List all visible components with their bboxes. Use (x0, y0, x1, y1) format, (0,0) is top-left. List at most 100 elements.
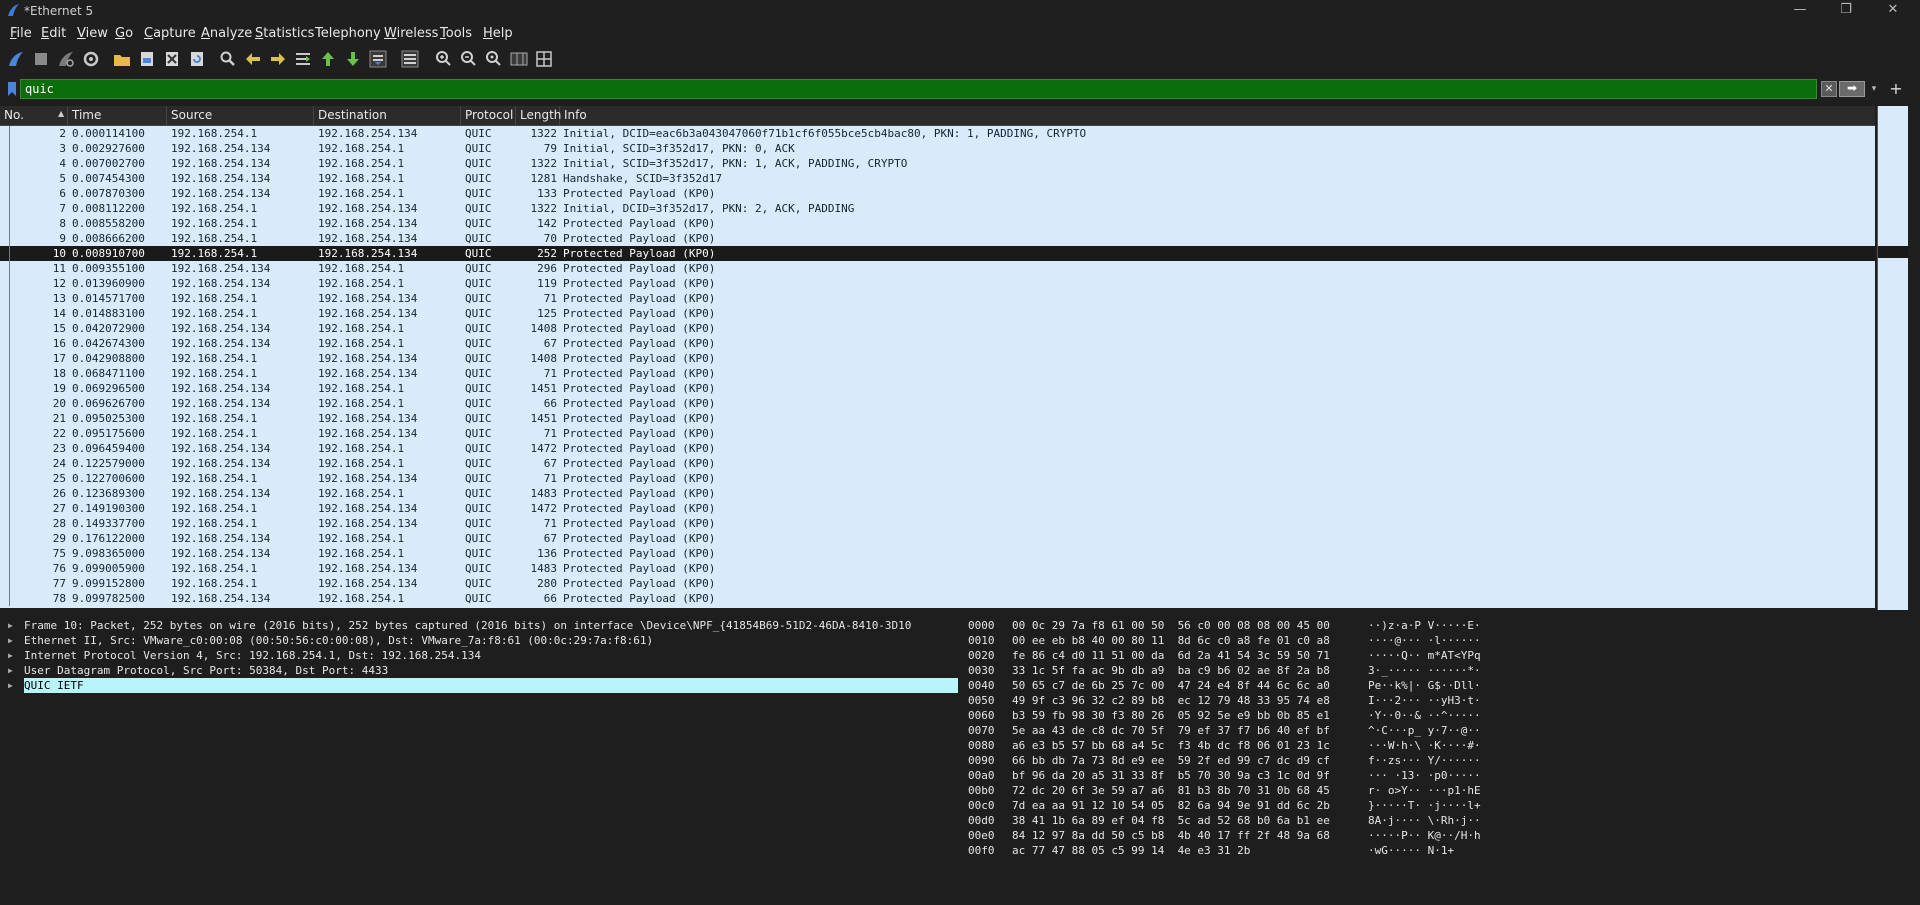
packet-details-tree[interactable]: ▶ Frame 10: Packet, 252 bytes on wire (20… (0, 618, 958, 905)
zoom-out-icon[interactable] (459, 49, 479, 69)
ascii-bytes[interactable]: I···2··· ··yH3·t· (1368, 693, 1481, 708)
menu-wireless[interactable]: Wireless (384, 26, 438, 41)
reload-icon[interactable] (187, 49, 207, 69)
detail-tree-item[interactable]: ▶ Frame 10: Packet, 252 bytes on wire (20… (0, 618, 958, 633)
ascii-bytes[interactable]: ··)z·a·P V·····E· (1368, 618, 1481, 633)
go-first-icon[interactable] (318, 49, 338, 69)
filter-bookmark-icon[interactable] (6, 81, 18, 97)
hex-bytes[interactable]: 5e aa 43 de c8 dc 70 5f 79 ef 37 f7 b6 4… (1012, 723, 1330, 738)
column-header-length[interactable]: Length (516, 106, 561, 125)
hex-bytes[interactable]: 72 dc 20 6f 3e 59 a7 a6 81 b3 8b 70 31 0… (1012, 783, 1330, 798)
hex-bytes[interactable]: a6 e3 b5 57 bb 68 a4 5c f3 4b dc f8 06 0… (1012, 738, 1330, 753)
menu-analyze[interactable]: Analyze (201, 26, 252, 41)
ascii-bytes[interactable]: }·····T· ·j····l+ (1368, 798, 1481, 813)
menu-capture[interactable]: Capture (144, 26, 196, 41)
ascii-bytes[interactable]: ·····P·· K@··/H·h (1368, 828, 1481, 843)
zoom-normal-icon[interactable] (484, 49, 504, 69)
hex-offset[interactable]: 0050 (968, 693, 995, 708)
packet-row[interactable]: 77 9.099152800 192.168.254.1 192.168.254.13… (0, 576, 1875, 591)
packet-row[interactable]: 29 0.176122000 192.168.254.134 192.168.254.… (0, 531, 1875, 546)
go-forward-icon[interactable] (268, 49, 288, 69)
options-gear-icon[interactable] (81, 49, 101, 69)
menu-statistics[interactable]: Statistics (255, 26, 314, 41)
packet-row[interactable]: 2 0.000114100 192.168.254.1 192.168.254.134… (0, 126, 1875, 141)
hex-bytes[interactable]: ac 77 47 88 05 c5 99 14 4e e3 31 2b (1012, 843, 1250, 858)
autoscroll-icon[interactable] (368, 49, 388, 69)
packet-row[interactable]: 26 0.123689300 192.168.254.134 192.168.254.… (0, 486, 1875, 501)
packet-row[interactable]: 12 0.013960900 192.168.254.134 192.168.254.… (0, 276, 1875, 291)
column-header-source[interactable]: Source (167, 106, 314, 125)
stop-square-icon[interactable] (31, 49, 51, 69)
horizontal-splitter[interactable] (0, 610, 1920, 618)
column-header-time[interactable]: Time (68, 106, 167, 125)
hex-offset[interactable]: 00d0 (968, 813, 995, 828)
hex-bytes[interactable]: 49 9f c3 96 32 c2 89 b8 ec 12 79 48 33 9… (1012, 693, 1330, 708)
ascii-bytes[interactable]: ·Y··0··& ··^····· (1368, 708, 1481, 723)
hex-bytes[interactable]: fe 86 c4 d0 11 51 00 da 6d 2a 41 54 3c 5… (1012, 648, 1330, 663)
ascii-bytes[interactable]: Pe··k%|· G$··Dll· (1368, 678, 1481, 693)
ascii-bytes[interactable]: 3·_····· ······*· (1368, 663, 1481, 678)
restart-fin-icon[interactable] (56, 49, 76, 69)
packet-row[interactable]: 18 0.068471100 192.168.254.1 192.168.254.13… (0, 366, 1875, 381)
packet-row[interactable]: 78 9.099782500 192.168.254.134 192.168.254.… (0, 591, 1875, 606)
packet-row[interactable]: 11 0.009355100 192.168.254.134 192.168.254.… (0, 261, 1875, 276)
packet-row[interactable]: 24 0.122579000 192.168.254.134 192.168.254.… (0, 456, 1875, 471)
add-filter-button[interactable]: + (1888, 79, 1904, 99)
menu-help[interactable]: Help (483, 26, 513, 41)
menu-view[interactable]: View (77, 26, 108, 41)
packet-row[interactable]: 14 0.014883100 192.168.254.1 192.168.254.13… (0, 306, 1875, 321)
packet-row[interactable]: 9 0.008666200 192.168.254.1 192.168.254.134… (0, 231, 1875, 246)
ascii-bytes[interactable]: ·····Q·· m*AT<YPq (1368, 648, 1481, 663)
display-filter-input[interactable]: quic (20, 79, 1817, 99)
hex-offset[interactable]: 0020 (968, 648, 995, 663)
expand-arrow-icon[interactable]: ▶ (8, 633, 13, 648)
hex-bytes[interactable]: 38 41 1b 6a 89 ef 04 f8 5c ad 52 68 b0 6… (1012, 813, 1330, 828)
detail-tree-item[interactable]: ▶ Ethernet II, Src: VMware_c0:00:08 (00:5… (0, 633, 958, 648)
close-file-icon[interactable] (162, 49, 182, 69)
find-packet-icon[interactable] (218, 49, 238, 69)
packet-row[interactable]: 20 0.069626700 192.168.254.134 192.168.254.… (0, 396, 1875, 411)
packet-row[interactable]: 3 0.002927600 192.168.254.134 192.168.254.1… (0, 141, 1875, 156)
packet-row-selected[interactable]: 10 0.008910700 192.168.254.1 192.168.254.13… (0, 246, 1875, 261)
close-window-button[interactable]: ✕ (1870, 0, 1916, 22)
packet-row[interactable]: 15 0.042072900 192.168.254.134 192.168.254.… (0, 321, 1875, 336)
menu-edit[interactable]: Edit (41, 26, 66, 41)
ascii-bytes[interactable]: r· o>Y·· ···p1·hE (1368, 783, 1481, 798)
menu-tools[interactable]: Tools (440, 26, 472, 41)
hex-bytes[interactable]: 00 0c 29 7a f8 61 00 50 56 c0 00 08 08 0… (1012, 618, 1330, 633)
packet-row[interactable]: 27 0.149190300 192.168.254.1 192.168.254.13… (0, 501, 1875, 516)
column-header-info[interactable]: Info (560, 106, 1875, 125)
hex-offset[interactable]: 00e0 (968, 828, 995, 843)
menu-go[interactable]: Go (115, 26, 133, 41)
menu-file[interactable]: File (10, 26, 32, 41)
hex-offset[interactable]: 0090 (968, 753, 995, 768)
go-back-icon[interactable] (243, 49, 263, 69)
hex-bytes[interactable]: 33 1c 5f fa ac 9b db a9 ba c9 b6 02 ae 8… (1012, 663, 1330, 678)
hex-offset[interactable]: 00c0 (968, 798, 995, 813)
maximize-button[interactable]: ❐ (1823, 0, 1869, 22)
hex-bytes[interactable]: bf 96 da 20 a5 31 33 8f b5 70 30 9a c3 1… (1012, 768, 1330, 783)
packet-row[interactable]: 19 0.069296500 192.168.254.134 192.168.254.… (0, 381, 1875, 396)
hex-bytes[interactable]: b3 59 fb 98 30 f3 80 26 05 92 5e e9 bb 0… (1012, 708, 1330, 723)
packet-row[interactable]: 22 0.095175600 192.168.254.1 192.168.254.13… (0, 426, 1875, 441)
hex-offset[interactable]: 0060 (968, 708, 995, 723)
packet-list-minimap[interactable] (1877, 106, 1908, 610)
colorize-icon[interactable] (400, 49, 420, 69)
clear-filter-button[interactable]: ✕ (1821, 81, 1837, 97)
hex-offset[interactable]: 0000 (968, 618, 995, 633)
vertical-splitter[interactable] (958, 618, 968, 905)
expand-arrow-icon[interactable]: ▶ (8, 648, 13, 663)
packet-row[interactable]: 25 0.122700600 192.168.254.1 192.168.254.13… (0, 471, 1875, 486)
detail-tree-item[interactable]: ▶ User Datagram Protocol, Src Port: 50384… (0, 663, 958, 678)
packet-row[interactable]: 17 0.042908800 192.168.254.1 192.168.254.13… (0, 351, 1875, 366)
packet-row[interactable]: 8 0.008558200 192.168.254.1 192.168.254.134… (0, 216, 1875, 231)
hex-offset[interactable]: 0030 (968, 663, 995, 678)
packet-row[interactable]: 5 0.007454300 192.168.254.134 192.168.254.1… (0, 171, 1875, 186)
packet-row[interactable]: 28 0.149337700 192.168.254.1 192.168.254.13… (0, 516, 1875, 531)
expand-arrow-icon[interactable]: ▶ (8, 663, 13, 678)
hex-offset[interactable]: 00f0 (968, 843, 995, 858)
hex-bytes[interactable]: 00 ee eb b8 40 00 80 11 8d 6c c0 a8 fe 0… (1012, 633, 1330, 648)
zoom-in-icon[interactable] (434, 49, 454, 69)
packet-row[interactable]: 7 0.008112200 192.168.254.1 192.168.254.134… (0, 201, 1875, 216)
hex-offset[interactable]: 0070 (968, 723, 995, 738)
